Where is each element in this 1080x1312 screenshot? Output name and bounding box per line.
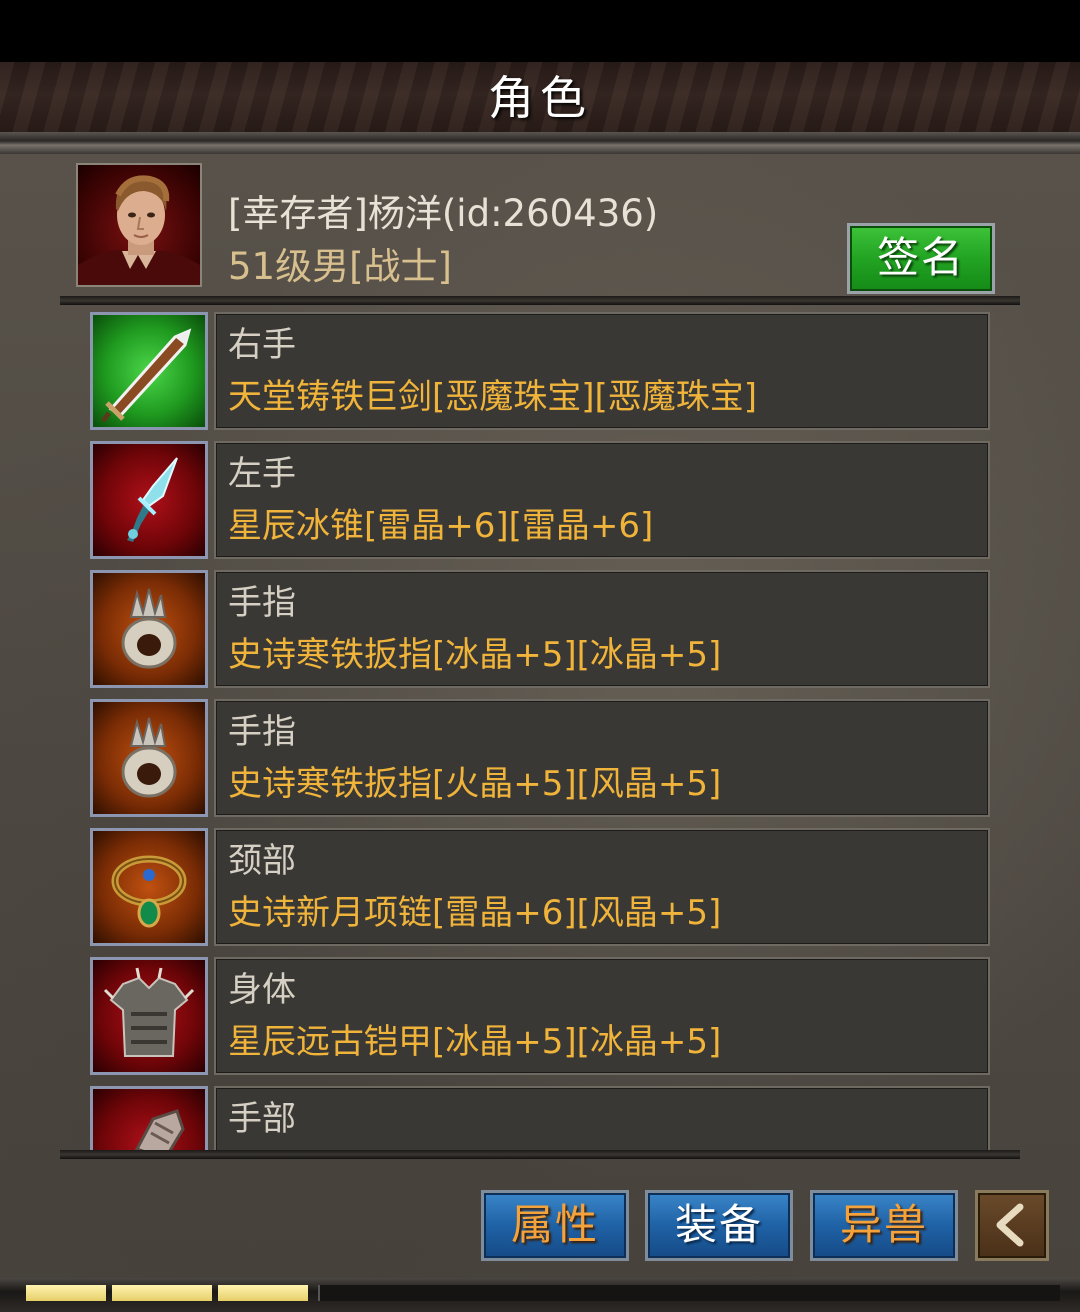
item-slot-frame[interactable] xyxy=(90,570,208,688)
item-slot-frame[interactable] xyxy=(90,441,208,559)
character-level: 51级男[战士] xyxy=(228,245,452,288)
item-slot-frame[interactable] xyxy=(90,957,208,1075)
equipment-row[interactable]: 手部 xyxy=(90,1086,990,1150)
xp-segment xyxy=(218,1285,308,1301)
xp-segment xyxy=(26,1285,106,1301)
spiked-ring-icon xyxy=(121,717,177,798)
tab-beast[interactable]: 异兽 xyxy=(810,1190,958,1261)
equipment-row[interactable]: 手指 史诗寒铁扳指[冰晶+5][冰晶+5] xyxy=(90,570,990,688)
equipment-info[interactable]: 右手 天堂铸铁巨剑[恶魔珠宝][恶魔珠宝] xyxy=(214,312,990,430)
slot-label: 手部 xyxy=(228,1099,296,1139)
armor-icon xyxy=(103,967,195,1057)
equipment-list[interactable]: 右手 天堂铸铁巨剑[恶魔珠宝][恶魔珠宝] 左手 星辰冰锥[雷晶+6][雷晶+6… xyxy=(60,308,1020,1150)
sign-button[interactable]: 签名 xyxy=(847,223,995,294)
equipment-info[interactable]: 手指 史诗寒铁扳指[火晶+5][风晶+5] xyxy=(214,699,990,817)
status-bar xyxy=(0,0,1080,62)
gauntlet-icon xyxy=(134,1109,185,1150)
slot-label: 颈部 xyxy=(228,841,296,881)
equipment-info[interactable]: 颈部 史诗新月项链[雷晶+6][风晶+5] xyxy=(214,828,990,946)
equipment-info[interactable]: 手指 史诗寒铁扳指[冰晶+5][冰晶+5] xyxy=(214,570,990,688)
equipment-info[interactable]: 手部 xyxy=(214,1086,990,1150)
sword-icon xyxy=(101,328,192,423)
portrait-image xyxy=(78,175,200,285)
xp-remaining xyxy=(318,1285,1060,1301)
tab-attributes[interactable]: 属性 xyxy=(481,1190,629,1261)
item-name: 星辰冰锥[雷晶+6][雷晶+6] xyxy=(228,506,654,546)
item-name: 史诗寒铁扳指[冰晶+5][冰晶+5] xyxy=(228,635,722,675)
item-slot-frame[interactable] xyxy=(90,1086,208,1150)
spiked-ring-icon xyxy=(121,588,177,669)
avatar[interactable] xyxy=(76,163,202,287)
item-name: 史诗新月项链[雷晶+6][风晶+5] xyxy=(228,893,722,933)
character-name: [幸存者]杨洋(id:260436) xyxy=(228,192,659,235)
item-name: 史诗寒铁扳指[火晶+5][风晶+5] xyxy=(228,764,722,804)
slot-label: 左手 xyxy=(228,454,296,494)
divider-bottom xyxy=(60,1150,1020,1159)
equipment-row[interactable]: 右手 天堂铸铁巨剑[恶魔珠宝][恶魔珠宝] xyxy=(90,312,990,430)
ice-dagger-icon xyxy=(127,457,178,542)
slot-label: 手指 xyxy=(228,712,296,752)
equipment-row[interactable]: 身体 星辰远古铠甲[冰晶+5][冰晶+5] xyxy=(90,957,990,1075)
slot-label: 手指 xyxy=(228,583,296,623)
item-name: 星辰远古铠甲[冰晶+5][冰晶+5] xyxy=(228,1022,722,1062)
equipment-row[interactable]: 颈部 史诗新月项链[雷晶+6][风晶+5] xyxy=(90,828,990,946)
tab-equipment[interactable]: 装备 xyxy=(645,1190,793,1261)
page-title: 角色 xyxy=(488,71,592,125)
slot-label: 右手 xyxy=(228,325,296,365)
divider-top xyxy=(60,296,1020,305)
title-trim xyxy=(0,132,1080,154)
equipment-row[interactable]: 左手 星辰冰锥[雷晶+6][雷晶+6] xyxy=(90,441,990,559)
equipment-row[interactable]: 手指 史诗寒铁扳指[火晶+5][风晶+5] xyxy=(90,699,990,817)
slot-label: 身体 xyxy=(228,970,296,1010)
item-slot-frame[interactable] xyxy=(90,312,208,430)
item-name: 天堂铸铁巨剑[恶魔珠宝][恶魔珠宝] xyxy=(228,377,758,417)
xp-segment xyxy=(112,1285,212,1301)
item-slot-frame[interactable] xyxy=(90,828,208,946)
necklace-icon xyxy=(111,855,187,928)
chevron-left-icon xyxy=(996,1203,1024,1247)
equipment-info[interactable]: 左手 星辰冰锥[雷晶+6][雷晶+6] xyxy=(214,441,990,559)
back-button[interactable] xyxy=(975,1190,1049,1261)
equipment-info[interactable]: 身体 星辰远古铠甲[冰晶+5][冰晶+5] xyxy=(214,957,990,1075)
item-slot-frame[interactable] xyxy=(90,699,208,817)
